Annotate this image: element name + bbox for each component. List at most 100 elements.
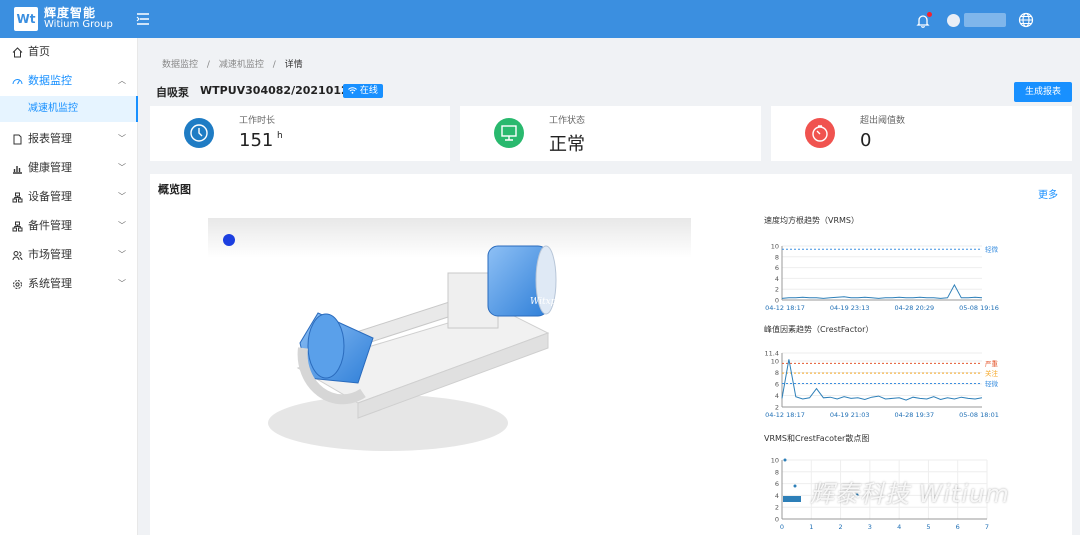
chart-icon: [13, 166, 22, 174]
breadcrumb: 数据监控 / 减速机监控 / 详情: [162, 57, 309, 70]
x-tick-label: 04-28 19:37: [894, 411, 934, 419]
y-tick-label: 10: [771, 358, 779, 366]
scatter-point: [793, 484, 797, 488]
sidebar-item-equipment[interactable]: 设备管理 ﹀: [0, 183, 138, 211]
chevron-down-icon: ﹀: [118, 134, 126, 143]
threshold-label: 轻微: [985, 379, 999, 388]
home-icon: [12, 47, 23, 58]
network-icon: [12, 192, 23, 203]
stat-unit: h: [277, 131, 283, 141]
y-tick-label: 10: [771, 243, 779, 251]
chevron-down-icon: ﹀: [118, 192, 126, 201]
avatar[interactable]: [947, 14, 960, 27]
threshold-label: 严重: [985, 360, 999, 368]
wifi-icon: [348, 87, 357, 94]
scatter-cluster: [783, 496, 801, 502]
more-link[interactable]: 更多: [1038, 186, 1058, 201]
y-tick-label: 2: [775, 504, 779, 512]
y-tick-label: 10: [771, 457, 779, 465]
chevron-down-icon: ﹀: [118, 250, 126, 259]
breadcrumb-current: 详情: [284, 60, 303, 70]
sidebar-item-label: 设备管理: [28, 190, 72, 203]
sidebar-item-reports[interactable]: 报表管理 ﹀: [0, 125, 138, 153]
breadcrumb-item[interactable]: 数据监控: [162, 60, 198, 70]
sidebar-item-label: 市场管理: [28, 248, 72, 261]
y-tick-label: 4: [775, 392, 779, 400]
vrms-trend-chart[interactable]: 1086420轻微04-12 18:17 04-19 23:13 04-28 20:…: [762, 240, 1002, 316]
x-tick-label: 04-28 20:29: [894, 304, 934, 312]
gear-icon: [13, 280, 22, 289]
generate-report-button[interactable]: 生成报表: [1014, 82, 1072, 102]
crest-chart-title: 峰值因素趋势（CrestFactor）: [764, 325, 874, 334]
crest-trend-chart[interactable]: 11.4108642严重关注轻微04-12 18:17 04-19 21:03 04…: [762, 347, 1002, 423]
y-tick-label: 4: [775, 492, 779, 500]
x-tick-label: 7: [985, 523, 989, 531]
sidebar-item-health[interactable]: 健康管理 ﹀: [0, 154, 138, 182]
timer-icon: [812, 125, 828, 142]
sidebar-item-system[interactable]: 系统管理 ﹀: [0, 270, 138, 298]
stat-value: 151: [239, 130, 274, 151]
sidebar-item-label: 减速机监控: [28, 103, 78, 114]
stat-icon-circle: [805, 118, 835, 148]
sidebar-item-market[interactable]: 市场管理 ﹀: [0, 241, 138, 269]
user-name-redacted[interactable]: [964, 13, 1006, 27]
breadcrumb-separator: /: [206, 60, 210, 70]
sidebar-item-label: 报表管理: [28, 132, 72, 145]
y-tick-label: 4: [775, 275, 779, 283]
model-marker-dot[interactable]: [223, 234, 235, 246]
globe-icon[interactable]: [1018, 12, 1034, 28]
notification-dot: [927, 12, 932, 17]
series-line: [781, 283, 983, 299]
chevron-down-icon: ﹀: [118, 279, 126, 288]
device-code: WTPUV304082/20210121: [200, 84, 357, 97]
x-tick-label: 04-19 23:13: [830, 304, 870, 312]
sidebar-item-spare-parts[interactable]: 备件管理 ﹀: [0, 212, 138, 240]
x-tick-label: 3: [868, 523, 872, 531]
chevron-down-icon: ﹀: [118, 163, 126, 172]
stat-icon-circle: [494, 118, 524, 148]
series-line: [781, 359, 983, 401]
x-tick-label: 1: [809, 523, 813, 531]
threshold-label: 轻微: [985, 245, 999, 254]
stat-label: 超出阈值数: [860, 116, 906, 126]
x-tick-label: 5: [926, 523, 930, 531]
stat-icon-circle: [184, 118, 214, 148]
stat-value: 0: [860, 130, 872, 151]
pump-3d-model[interactable]: Witxpert: [208, 218, 691, 488]
compass-icon: [190, 124, 208, 142]
active-indicator: [136, 96, 138, 122]
stat-card-work-hours: 工作时长 151 h: [150, 106, 450, 161]
y-tick-label: 6: [775, 264, 779, 272]
y-tick-label: 2: [775, 286, 779, 294]
y-tick-label: 6: [775, 480, 779, 488]
x-tick-label: 4: [897, 523, 901, 531]
stat-card-threshold-count: 超出阈值数 0: [771, 106, 1072, 161]
stat-value: 正常: [549, 134, 585, 155]
y-tick-label: 11.4: [765, 350, 779, 358]
menu-toggle-icon[interactable]: [136, 12, 150, 26]
sidebar-item-label: 健康管理: [28, 161, 72, 174]
x-tick-label: 6: [956, 523, 960, 531]
top-bar: Wt 辉度智能 Witium Group: [0, 0, 1080, 38]
sidebar-item-label: 备件管理: [28, 219, 72, 232]
monitor-icon: [501, 125, 517, 141]
logo-mark: Wt: [14, 7, 38, 31]
sidebar-item-label: 数据监控: [28, 74, 72, 87]
sidebar-item-data-monitor[interactable]: 数据监控 ︿: [0, 67, 138, 95]
status-badge-label: 在线: [359, 86, 378, 96]
sidebar-item-label: 系统管理: [28, 277, 72, 290]
vrms-chart-title: 速度均方根趋势（VRMS）: [764, 216, 860, 225]
scatter-chart-title: VRMS和CrestFacoter散点图: [764, 434, 870, 443]
breadcrumb-item[interactable]: 减速机监控: [219, 60, 264, 70]
sidebar-item-home[interactable]: 首页: [0, 38, 138, 66]
y-tick-label: 0: [775, 516, 779, 524]
x-tick-label: 2: [839, 523, 843, 531]
x-tick-label: 0: [780, 523, 784, 531]
threshold-label: 关注: [985, 369, 999, 378]
y-tick-label: 8: [775, 468, 779, 476]
y-tick-label: 8: [775, 253, 779, 261]
y-tick-label: 8: [775, 369, 779, 377]
device-name: 自吸泵: [156, 86, 189, 99]
x-tick-label: 05-08 19:16: [959, 304, 999, 312]
sidebar-item-reducer-monitor[interactable]: 减速机监控: [0, 96, 138, 122]
